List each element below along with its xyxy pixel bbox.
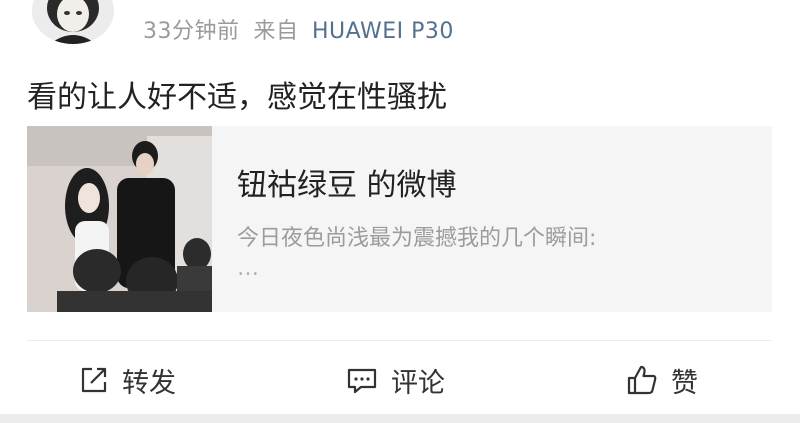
comment-button[interactable]: 评论 (345, 360, 445, 400)
post-time: 33分钟前 (143, 19, 240, 44)
post-source-label: 来自 (253, 19, 299, 44)
post-text: 看的让人好不适，感觉在性骚扰 (27, 80, 447, 115)
comment-label: 评论 (391, 367, 445, 399)
thumbs-up-icon (627, 365, 657, 395)
linked-weibo-card[interactable]: 钮祜绿豆 的微博 今日夜色尚浅最为震撼我的几个瞬间: … (27, 126, 772, 312)
post-device-link[interactable]: HUAWEI P30 (312, 19, 454, 44)
like-button[interactable]: 赞 (625, 360, 698, 400)
repost-label: 转发 (122, 367, 176, 399)
repost-icon (81, 367, 107, 393)
post-meta: 33分钟前 来自 HUAWEI P30 (143, 13, 454, 45)
like-label: 赞 (671, 367, 698, 399)
repost-button[interactable]: 转发 (78, 360, 176, 400)
comment-icon (347, 368, 377, 394)
card-thumbnail (27, 126, 212, 312)
card-description: 今日夜色尚浅最为震撼我的几个瞬间: (237, 226, 597, 251)
bottom-separator (0, 414, 800, 423)
user-avatar[interactable] (32, 0, 114, 44)
card-ellipsis: … (237, 256, 259, 281)
card-title: 钮祜绿豆 的微博 (237, 168, 457, 203)
action-divider (27, 340, 772, 341)
